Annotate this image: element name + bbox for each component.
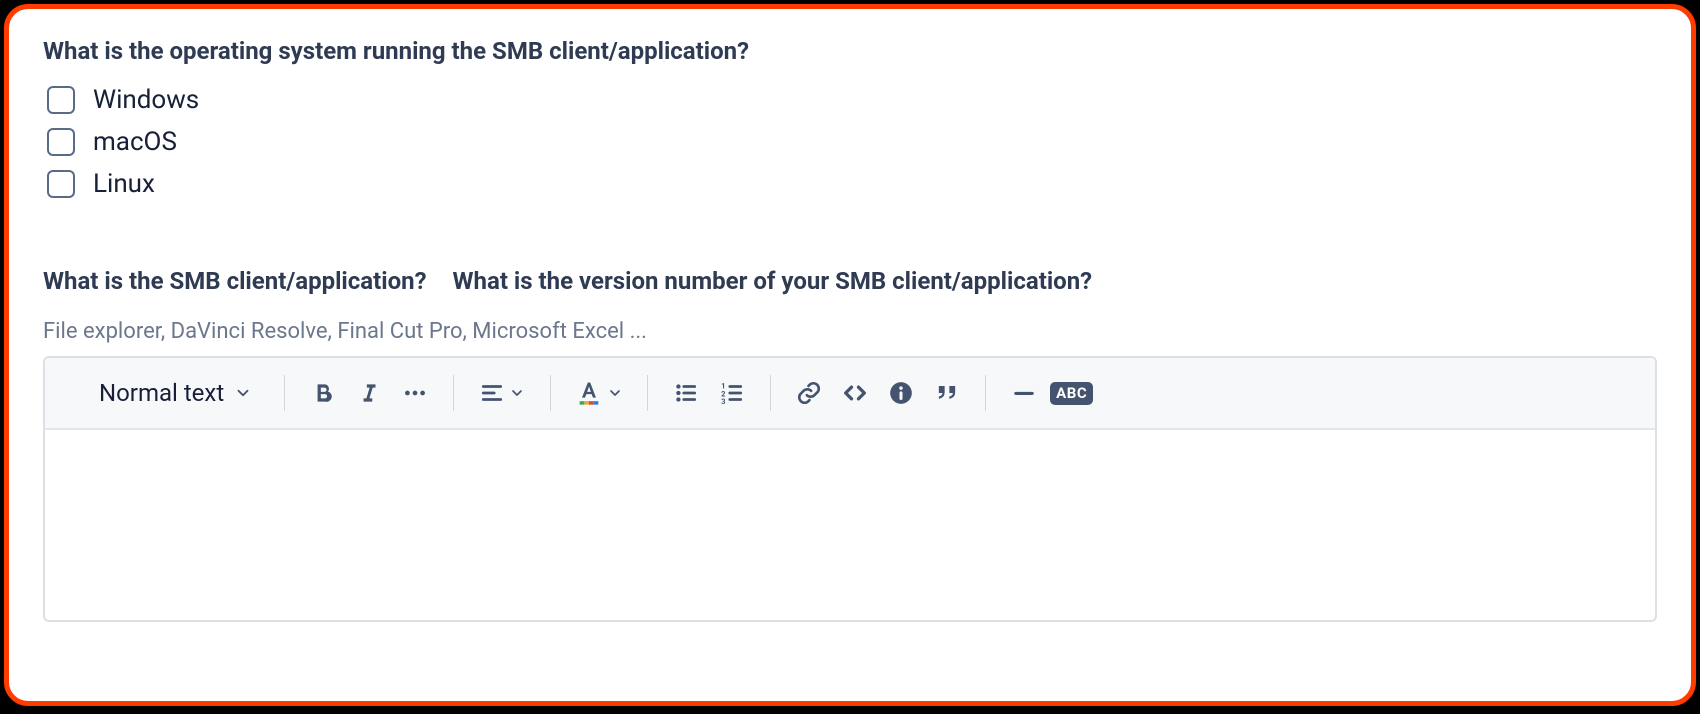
text-style-label: Normal text xyxy=(99,379,224,407)
question-row: What is the SMB client/application? What… xyxy=(43,267,1657,309)
horizontal-rule-icon xyxy=(1011,380,1037,406)
chevron-down-icon xyxy=(607,385,623,401)
text-style-dropdown[interactable]: Normal text xyxy=(59,373,266,413)
question-client-label: What is the SMB client/application? xyxy=(43,267,427,295)
checkbox-label: Windows xyxy=(93,85,199,115)
checkbox-label: Linux xyxy=(93,169,155,199)
link-button[interactable] xyxy=(789,373,829,413)
bold-button[interactable] xyxy=(303,373,343,413)
editor-toolbar: Normal text xyxy=(45,358,1655,430)
hint-text: File explorer, DaVinci Resolve, Final Cu… xyxy=(43,319,1657,344)
toolbar-separator xyxy=(647,375,648,411)
toolbar-separator xyxy=(284,375,285,411)
ellipsis-icon xyxy=(402,380,428,406)
svg-text:3: 3 xyxy=(721,397,725,406)
question-version-label: What is the version number of your SMB c… xyxy=(453,267,1093,295)
bullet-list-icon xyxy=(673,380,699,406)
info-icon xyxy=(888,380,914,406)
italic-button[interactable] xyxy=(349,373,389,413)
form-panel: What is the operating system running the… xyxy=(4,4,1696,706)
checkbox-icon[interactable] xyxy=(47,86,75,114)
checkbox-label: macOS xyxy=(93,127,177,157)
quote-button[interactable] xyxy=(927,373,967,413)
checkbox-icon[interactable] xyxy=(47,170,75,198)
checkbox-icon[interactable] xyxy=(47,128,75,156)
editor-content-area[interactable] xyxy=(45,430,1655,620)
checkbox-row-windows[interactable]: Windows xyxy=(43,79,1657,121)
code-icon xyxy=(841,379,869,407)
link-icon xyxy=(796,380,822,406)
toolbar-separator xyxy=(985,375,986,411)
question-os-label: What is the operating system running the… xyxy=(43,37,1657,65)
abc-icon: ABC xyxy=(1050,382,1093,405)
checkbox-row-macos[interactable]: macOS xyxy=(43,121,1657,163)
info-button[interactable] xyxy=(881,373,921,413)
text-color-dropdown[interactable] xyxy=(569,373,629,413)
toolbar-separator xyxy=(550,375,551,411)
align-dropdown[interactable] xyxy=(472,373,532,413)
divider-button[interactable] xyxy=(1004,373,1044,413)
more-formatting-button[interactable] xyxy=(395,373,435,413)
numbered-list-button[interactable]: 123 xyxy=(712,373,752,413)
toolbar-separator xyxy=(453,375,454,411)
chevron-down-icon xyxy=(234,384,252,402)
quote-icon xyxy=(933,379,961,407)
checkbox-row-linux[interactable]: Linux xyxy=(43,163,1657,205)
chevron-down-icon xyxy=(509,385,525,401)
bold-icon xyxy=(310,380,336,406)
toolbar-separator xyxy=(770,375,771,411)
code-button[interactable] xyxy=(835,373,875,413)
bullet-list-button[interactable] xyxy=(666,373,706,413)
align-left-icon xyxy=(479,380,505,406)
abc-button[interactable]: ABC xyxy=(1050,373,1093,413)
text-color-icon xyxy=(575,379,603,407)
rich-text-editor: Normal text xyxy=(43,356,1657,622)
numbered-list-icon: 123 xyxy=(719,380,745,406)
italic-icon xyxy=(356,380,382,406)
